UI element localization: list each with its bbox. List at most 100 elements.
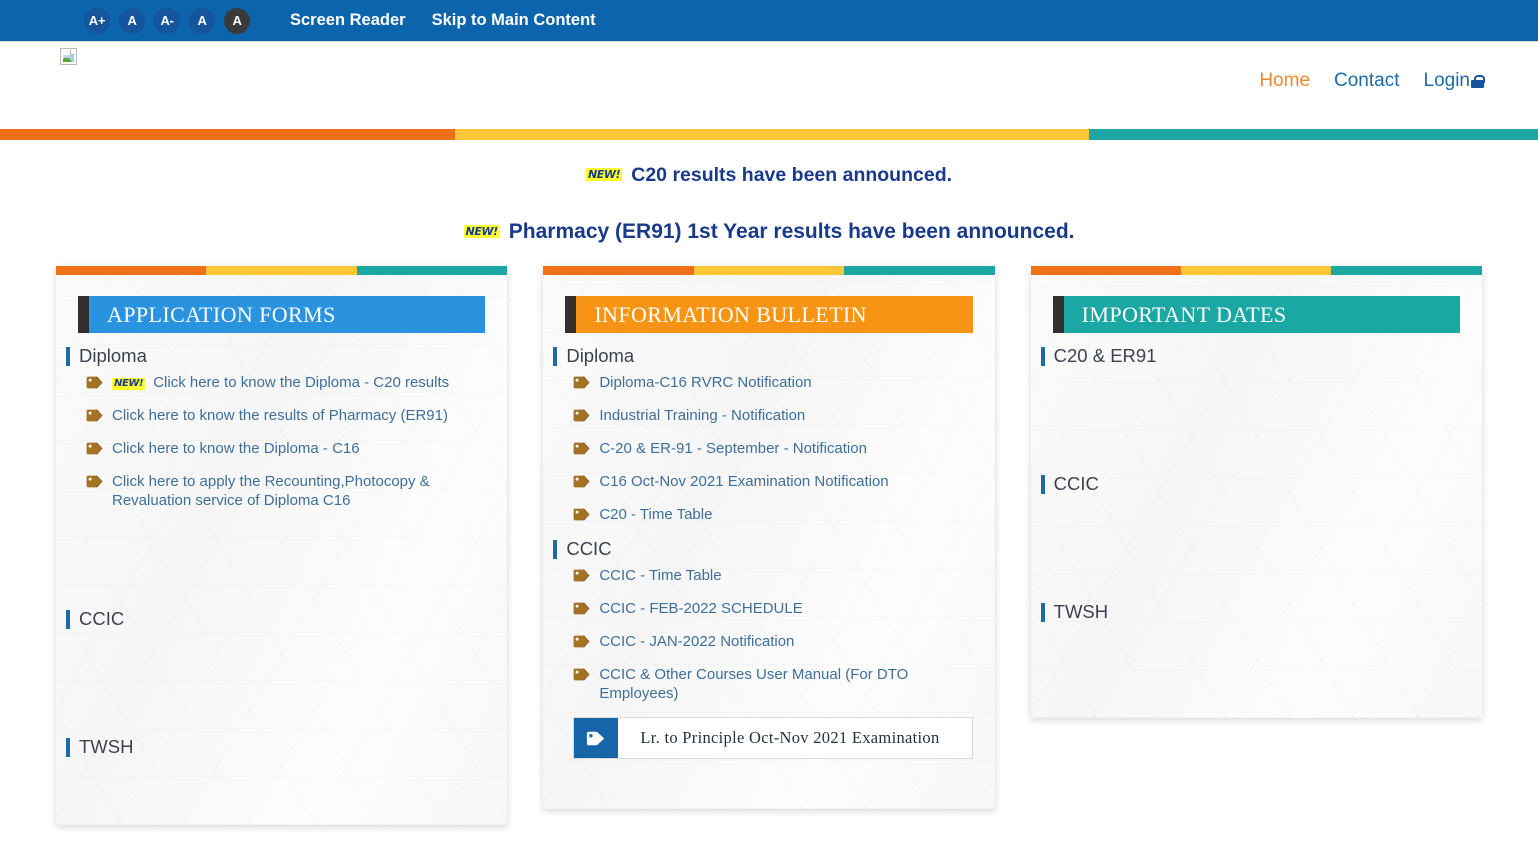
section-accent-bar bbox=[1040, 346, 1045, 366]
topbar-link-group: Screen Reader Skip to Main Content bbox=[290, 11, 596, 30]
link-label[interactable]: CCIC & Other Courses User Manual (For DT… bbox=[599, 665, 972, 703]
tag-icon bbox=[573, 508, 590, 521]
link-list-diploma: Diploma-C16 RVRC Notification Industrial… bbox=[573, 373, 972, 524]
boxed-link-principle-letter[interactable]: Lr. to Principle Oct-Nov 2021 Examinatio… bbox=[573, 717, 973, 759]
list-item[interactable]: CCIC - Time Table bbox=[573, 566, 972, 585]
card-title: INFORMATION BULLETIN bbox=[576, 296, 973, 333]
tag-icon bbox=[86, 475, 103, 488]
tag-icon bbox=[573, 602, 590, 615]
tag-icon bbox=[86, 376, 103, 389]
nav-login[interactable]: Login bbox=[1412, 70, 1485, 92]
contrast-normal-button[interactable]: A bbox=[189, 7, 215, 34]
section-heading-twsh: TWSH bbox=[66, 736, 485, 758]
section-label: Diploma bbox=[79, 345, 147, 366]
list-item[interactable]: C-20 & ER-91 - September - Notification bbox=[573, 439, 972, 458]
section-heading-ccic: CCIC bbox=[66, 608, 485, 630]
link-label[interactable]: CCIC - FEB-2022 SCHEDULE bbox=[599, 599, 802, 618]
accessibility-button-group: A+ A A- A A bbox=[84, 7, 250, 34]
link-label[interactable]: C16 Oct-Nov 2021 Examination Notificatio… bbox=[599, 472, 888, 491]
card-important-dates: IMPORTANT DATES C20 & ER91 CCIC TWSH bbox=[1030, 266, 1482, 718]
card-header: INFORMATION BULLETIN bbox=[565, 296, 973, 333]
nav-login-label: Login bbox=[1423, 70, 1471, 91]
link-label[interactable]: Click here to apply the Recounting,Photo… bbox=[112, 472, 485, 510]
announcement-text: C20 results have been announced. bbox=[631, 164, 953, 186]
broken-image-icon bbox=[60, 48, 77, 65]
link-label[interactable]: NEW! Click here to know the Diploma - C20… bbox=[112, 373, 449, 392]
list-item[interactable]: Industrial Training - Notification bbox=[573, 406, 972, 425]
font-normal-button[interactable]: A bbox=[119, 7, 145, 34]
link-label[interactable]: C20 - Time Table bbox=[599, 505, 712, 524]
stripe-segment-yellow bbox=[206, 266, 357, 275]
link-label[interactable]: Click here to know the results of Pharma… bbox=[112, 406, 448, 425]
section-heading-diploma: Diploma bbox=[66, 345, 485, 367]
list-item[interactable]: Click here to know the Diploma - C16 bbox=[86, 439, 485, 458]
stripe-segment-teal bbox=[356, 266, 508, 275]
section-label: C20 & ER91 bbox=[1053, 345, 1157, 366]
stripe-segment-yellow bbox=[693, 266, 844, 275]
tag-icon bbox=[573, 668, 590, 681]
list-item[interactable]: CCIC & Other Courses User Manual (For DT… bbox=[573, 665, 972, 703]
link-label[interactable]: Click here to know the Diploma - C16 bbox=[112, 439, 360, 458]
list-item[interactable]: Click here to know the results of Pharma… bbox=[86, 406, 485, 425]
card-header-tab bbox=[78, 296, 89, 333]
list-item[interactable]: C16 Oct-Nov 2021 Examination Notificatio… bbox=[573, 472, 972, 491]
accessibility-topbar: A+ A A- A A Screen Reader Skip to Main C… bbox=[0, 0, 1538, 41]
list-item[interactable]: CCIC - FEB-2022 SCHEDULE bbox=[573, 599, 972, 618]
font-increase-button[interactable]: A+ bbox=[84, 7, 110, 34]
card-title: APPLICATION FORMS bbox=[89, 296, 486, 333]
new-badge-icon: NEW! bbox=[463, 224, 500, 238]
tag-icon bbox=[573, 442, 590, 455]
boxed-link-label: Lr. to Principle Oct-Nov 2021 Examinatio… bbox=[640, 728, 940, 747]
section-heading-c20-er91: C20 & ER91 bbox=[1040, 345, 1460, 367]
stripe-segment-yellow bbox=[455, 129, 1089, 140]
stripe-segment-teal bbox=[843, 266, 995, 275]
section-accent-bar bbox=[66, 737, 70, 757]
tag-icon bbox=[86, 409, 103, 422]
link-label[interactable]: CCIC - JAN-2022 Notification bbox=[599, 632, 794, 651]
main-navigation: Home Contact Login bbox=[1247, 70, 1485, 92]
card-top-stripe bbox=[1030, 266, 1482, 275]
link-label[interactable]: C-20 & ER-91 - September - Notification bbox=[599, 439, 867, 458]
list-item[interactable]: C20 - Time Table bbox=[573, 505, 972, 524]
nav-contact[interactable]: Contact bbox=[1322, 70, 1411, 92]
card-grid: APPLICATION FORMS Diploma NEW! Click here… bbox=[0, 244, 1538, 825]
screen-reader-link[interactable]: Screen Reader bbox=[290, 11, 406, 30]
announcement-row: NEW! Pharmacy (ER91) 1st Year results ha… bbox=[0, 220, 1538, 244]
list-item[interactable]: CCIC - JAN-2022 Notification bbox=[573, 632, 972, 651]
section-label: Diploma bbox=[566, 345, 635, 366]
skip-to-main-content-link[interactable]: Skip to Main Content bbox=[432, 11, 596, 30]
link-label[interactable]: Diploma-C16 RVRC Notification bbox=[599, 373, 811, 392]
link-text: Click here to know the Diploma - C20 res… bbox=[153, 374, 450, 391]
list-item[interactable]: Click here to apply the Recounting,Photo… bbox=[86, 472, 485, 510]
card-application-forms: APPLICATION FORMS Diploma NEW! Click here… bbox=[56, 266, 508, 825]
section-label: CCIC bbox=[1053, 473, 1099, 494]
link-label[interactable]: Industrial Training - Notification bbox=[599, 406, 805, 425]
contrast-high-button[interactable]: A bbox=[224, 7, 250, 34]
section-accent-bar bbox=[66, 609, 70, 629]
tag-icon bbox=[573, 376, 590, 389]
nav-home[interactable]: Home bbox=[1247, 70, 1322, 92]
card-top-stripe bbox=[56, 266, 508, 275]
tag-icon bbox=[573, 635, 590, 648]
section-label: CCIC bbox=[79, 608, 125, 629]
card-header-tab bbox=[1052, 296, 1064, 333]
stripe-segment-orange bbox=[1030, 266, 1181, 275]
stripe-segment-teal bbox=[1331, 266, 1482, 275]
card-header: APPLICATION FORMS bbox=[78, 296, 486, 333]
card-header: IMPORTANT DATES bbox=[1052, 296, 1460, 333]
site-header: Home Contact Login bbox=[0, 41, 1538, 129]
section-accent-bar bbox=[1040, 602, 1045, 622]
section-heading-ccic: CCIC bbox=[1040, 473, 1460, 495]
lock-icon bbox=[1471, 75, 1485, 88]
list-item[interactable]: Diploma-C16 RVRC Notification bbox=[573, 373, 972, 392]
card-body: APPLICATION FORMS Diploma NEW! Click here… bbox=[56, 275, 507, 825]
link-label[interactable]: CCIC - Time Table bbox=[599, 566, 721, 585]
tag-icon bbox=[573, 569, 590, 582]
stripe-segment-teal bbox=[1088, 129, 1538, 140]
list-item[interactable]: NEW! Click here to know the Diploma - C20… bbox=[86, 373, 485, 392]
font-decrease-button[interactable]: A- bbox=[154, 7, 180, 34]
card-top-stripe bbox=[543, 266, 995, 275]
stripe-segment-orange bbox=[56, 266, 207, 275]
